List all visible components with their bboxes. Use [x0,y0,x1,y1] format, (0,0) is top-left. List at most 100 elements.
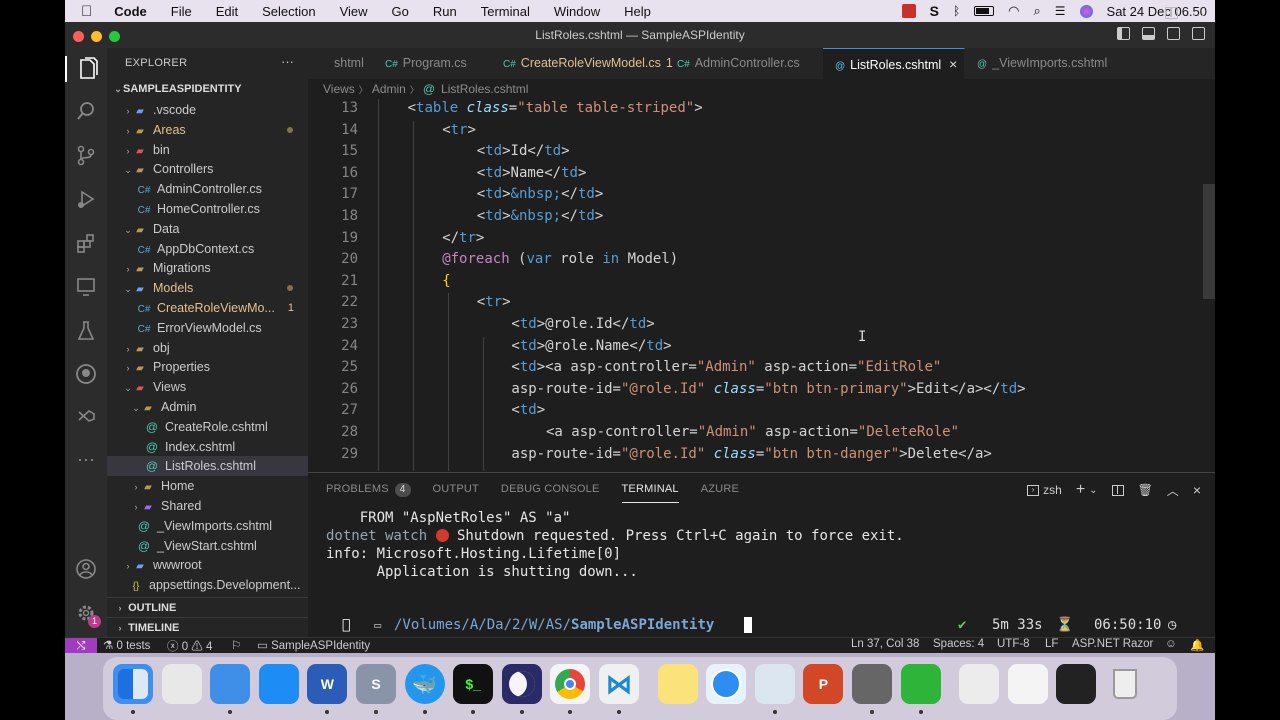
window-2-icon[interactable] [1007,664,1048,704]
safari-icon[interactable] [706,664,747,704]
wifi-icon[interactable]: ◠ [1008,3,1019,19]
outline-section[interactable]: › OUTLINE [107,597,308,617]
code-line[interactable]: <td>Id</td> [477,143,570,159]
breadcrumb-item[interactable]: Views [323,82,355,96]
tree-folder[interactable]: › ▰ .vscode [107,100,308,120]
powerpoint-icon[interactable]: P [803,664,844,704]
tab-shtml[interactable]: shtml [308,48,373,79]
zoom-window-button[interactable] [109,31,120,42]
tree-file[interactable]: C# AdminController.cs [107,179,308,199]
tree-folder[interactable]: › ▰ obj [107,338,308,358]
menu-terminal[interactable]: Terminal [469,4,542,19]
tree-file[interactable]: {} appsettings.Development... [107,575,308,595]
apple-menu-icon[interactable]:  [65,3,102,20]
menu-run[interactable]: Run [421,4,469,19]
tree-folder[interactable]: ⌄ ▰ Admin [107,397,308,417]
kill-terminal-icon[interactable]: 🗑 [1138,483,1153,497]
terminal-dropdown-icon[interactable]: ⌄ [1089,485,1097,496]
editor-scrollbar[interactable] [1203,184,1215,299]
feedback-icon[interactable]: ☺ [1165,638,1177,650]
battery-icon[interactable] [974,6,995,16]
terminal-output[interactable]: FROM "AspNetRoles" AS "a" dotnet watch Sh… [326,509,904,581]
tree-folder[interactable]: › ▰ Properties [107,357,308,377]
code-editor[interactable]: 13 <table class="table table-striped"> 14 <… [308,99,1215,471]
tree-file[interactable]: @ _ViewStart.cshtml [107,536,308,556]
tree-folder[interactable]: ⌄ ▰ Views [107,377,308,397]
source-control-icon[interactable] [73,142,99,168]
terminal-shell-icon[interactable]: › [1027,484,1040,496]
panel-tab-output[interactable]: OUTPUT [433,481,479,503]
terminal-icon[interactable]: $_ [453,664,494,704]
cursor-position[interactable]: Ln 37, Col 38 [851,638,919,650]
tree-file[interactable]: C# CreateRoleViewMo... 1 [107,298,308,318]
terminal-prompt[interactable]:  ▭ /Volumes/A/Da/2/W/AS/SampleASPIdenti… [326,615,1206,635]
tree-file[interactable]: @ Index.cshtml [107,437,308,457]
tab-program-cs[interactable]: C# Program.cs [373,48,491,79]
mail-icon[interactable] [210,664,251,704]
menu-window[interactable]: Window [542,4,612,19]
tree-folder[interactable]: › ▰ Home [107,476,308,496]
app-store-icon[interactable] [258,664,299,704]
tests-status[interactable]: ⚗ 0 tests [103,638,150,652]
window-3-icon[interactable] [1056,664,1097,704]
search-icon[interactable] [73,98,99,124]
menu-help[interactable]: Help [612,4,663,19]
tree-folder[interactable]: › ▰ Areas [107,120,308,140]
notifications-icon[interactable]: 🔔 [1190,638,1204,652]
record-icon[interactable] [901,4,916,18]
control-center-icon[interactable]: ☰ [1055,4,1066,18]
line-ending[interactable]: LF [1045,638,1058,650]
tree-folder[interactable]: › ▰ Migrations [107,258,308,278]
notes-icon[interactable] [657,664,698,704]
code-line[interactable]: { [442,273,450,289]
tree-file[interactable]: @ ListRoles.cshtml [107,456,308,477]
panel-tab-debug-console[interactable]: DEBUG CONSOLE [501,481,600,503]
visual-studio-icon[interactable] [73,404,99,430]
toggle-panel-icon[interactable] [1142,27,1155,40]
tree-folder[interactable]: ⌄ ▰ Controllers [107,159,308,179]
toggle-sidebar-icon[interactable] [1117,27,1130,40]
spotlight-icon[interactable]: ⌕ [1033,3,1040,19]
tree-file[interactable]: @ _ViewImports.cshtml [107,516,308,536]
s-app-icon[interactable]: S [930,3,939,19]
panel-tab-azure[interactable]: AZURE [701,481,739,503]
eclipse-icon[interactable] [501,664,542,704]
code-line[interactable]: <td> [511,402,545,418]
manage-gear-icon[interactable]: 1 [73,600,101,628]
minimize-window-button[interactable] [91,31,102,42]
code-line[interactable]: <td>@role.Id</td> [511,316,654,332]
explorer-more-icon[interactable]: ··· [281,54,294,69]
extensions-icon[interactable] [73,230,99,256]
panel-tab-terminal[interactable]: TERMINAL [621,481,679,503]
vscode-icon[interactable]: ⋈ [599,664,639,704]
code-line[interactable]: <td>@role.Name</td> [511,338,671,354]
code-line[interactable]: asp-route-id="@role.Id" class="btn btn-d… [511,446,991,462]
camtasia-icon[interactable] [900,664,941,704]
code-line[interactable]: <td>Name</td> [477,165,587,181]
new-terminal-icon[interactable]: + [1076,481,1085,499]
menu-edit[interactable]: Edit [204,4,250,19]
tree-folder[interactable]: › ▰ Shared [107,496,308,516]
tab-admincontroller-cs[interactable]: C# AdminController.cs [665,48,823,79]
encoding[interactable]: UTF-8 [997,638,1030,650]
code-line[interactable]: <table class="table table-striped"> [408,100,703,116]
code-line[interactable]: <tr> [442,122,476,138]
toggle-secondary-sidebar-icon[interactable] [1167,27,1180,40]
close-tab-icon[interactable]: × [949,56,957,72]
code-line[interactable]: <td>&nbsp;</td> [477,186,603,202]
split-terminal-icon[interactable] [1111,484,1124,496]
explorer-icon[interactable] [65,56,107,82]
close-panel-icon[interactable]: × [1193,482,1201,498]
more-views-icon[interactable]: ··· [73,446,99,472]
remote-explorer-icon[interactable] [73,274,99,300]
customize-layout-icon[interactable] [1192,27,1205,40]
breadcrumb-item[interactable]: Admin [372,82,406,96]
tree-file[interactable]: C# ErrorViewModel.cs [107,318,308,338]
tab-listroles-cshtml[interactable]: @ ListRoles.cshtml × [823,48,965,79]
problems-status[interactable]: ⓧ 0 ⚠ 4 [167,638,212,654]
tree-folder[interactable]: ⌄ ▰ Data [107,219,308,239]
split-editor-icon[interactable] [1165,7,1178,19]
code-line[interactable]: </tr> [442,230,484,246]
tree-folder[interactable]: › ▰ bin [107,140,308,160]
timeline-section[interactable]: › TIMELINE [107,617,308,637]
